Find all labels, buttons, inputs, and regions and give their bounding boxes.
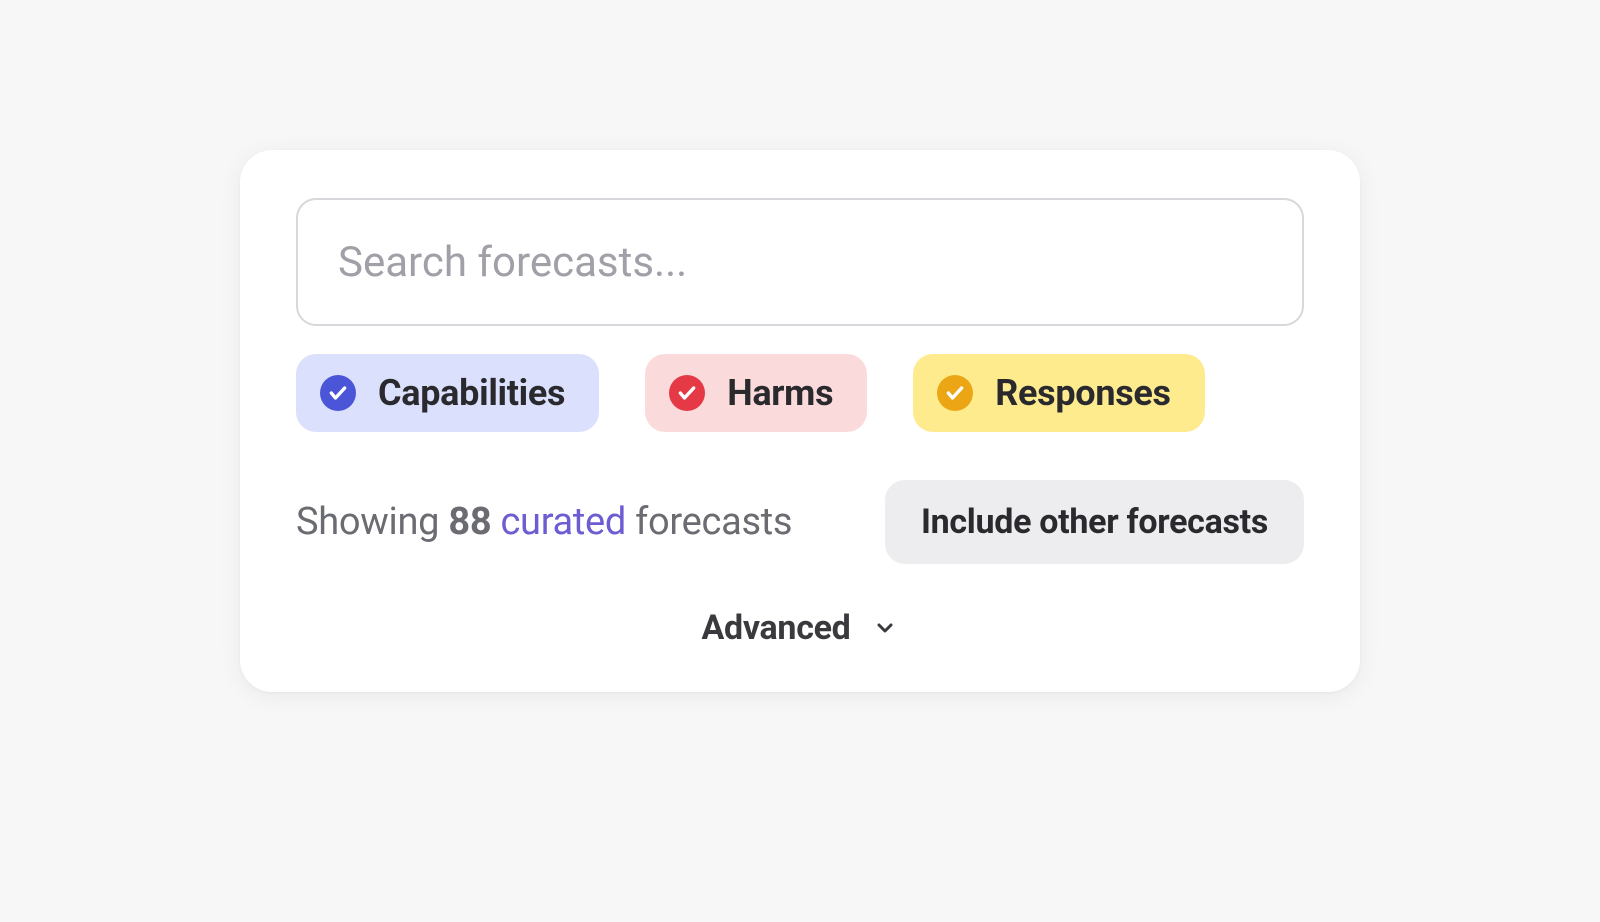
check-icon xyxy=(320,375,356,411)
check-icon xyxy=(937,375,973,411)
forecast-count: 88 xyxy=(448,500,491,544)
status-prefix: Showing xyxy=(296,500,448,544)
search-input[interactable] xyxy=(296,198,1304,326)
filter-chip-harms[interactable]: Harms xyxy=(645,354,867,432)
check-icon xyxy=(669,375,705,411)
advanced-toggle[interactable]: Advanced xyxy=(296,608,1304,648)
filter-row: Capabilities Harms Responses xyxy=(296,354,1304,432)
status-suffix: forecasts xyxy=(635,500,792,544)
chevron-down-icon xyxy=(871,614,899,642)
search-filter-card: Capabilities Harms Responses Showing 88 … xyxy=(240,150,1360,692)
status-row: Showing 88 curated forecasts Include oth… xyxy=(296,480,1304,564)
status-text: Showing 88 curated forecasts xyxy=(296,500,792,544)
include-other-forecasts-button[interactable]: Include other forecasts xyxy=(885,480,1304,564)
filter-chip-responses[interactable]: Responses xyxy=(913,354,1204,432)
filter-chip-capabilities[interactable]: Capabilities xyxy=(296,354,599,432)
advanced-label: Advanced xyxy=(701,608,850,648)
filter-label: Harms xyxy=(727,372,833,414)
curated-word: curated xyxy=(491,500,635,544)
filter-label: Capabilities xyxy=(378,372,565,414)
filter-label: Responses xyxy=(995,372,1170,414)
